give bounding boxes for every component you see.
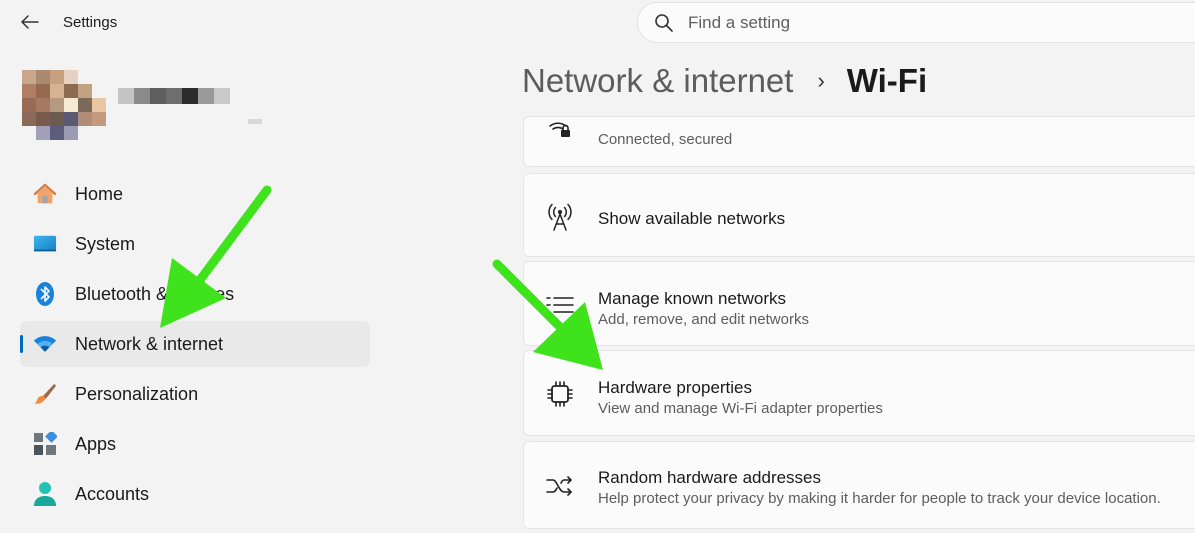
avatar bbox=[22, 70, 106, 140]
breadcrumb-separator: › bbox=[817, 68, 825, 93]
user-email-redacted bbox=[248, 119, 262, 124]
brush-icon bbox=[33, 382, 57, 406]
back-button[interactable] bbox=[18, 10, 42, 34]
sidebar-item-personalization[interactable]: Personalization bbox=[20, 371, 370, 417]
sidebar-item-label: Bluetooth & devices bbox=[75, 283, 235, 304]
title-bar: Settings bbox=[0, 0, 620, 46]
system-icon bbox=[33, 232, 57, 256]
sidebar-item-label: Home bbox=[75, 183, 124, 204]
chip-icon bbox=[546, 380, 574, 408]
sidebar-item-system[interactable]: System bbox=[20, 221, 370, 267]
sidebar-item-home[interactable]: Home bbox=[20, 171, 370, 217]
sidebar-item-network[interactable]: Network & internet bbox=[20, 321, 370, 367]
list-icon bbox=[546, 291, 574, 319]
search-icon bbox=[655, 14, 673, 32]
page-title: Wi-Fi bbox=[846, 62, 928, 99]
user-name-redacted bbox=[118, 88, 230, 104]
card-subtitle: Connected, secured bbox=[598, 131, 733, 148]
antenna-icon bbox=[546, 203, 574, 231]
sidebar-item-label: Personalization bbox=[75, 383, 199, 404]
home-icon bbox=[33, 182, 57, 206]
breadcrumb-parent[interactable]: Network & internet bbox=[522, 62, 793, 100]
back-arrow-icon bbox=[21, 15, 39, 29]
sidebar-item-label: Accounts bbox=[75, 483, 150, 504]
search-input[interactable] bbox=[688, 11, 1088, 35]
sidebar-nav: Home System Bluetooth & devices Network … bbox=[20, 171, 370, 521]
sidebar-item-label: Network & internet bbox=[75, 333, 224, 354]
card-subtitle: Help protect your privacy by making it h… bbox=[598, 490, 1161, 507]
apps-icon bbox=[33, 432, 57, 456]
sidebar-item-accounts[interactable]: Accounts bbox=[20, 471, 370, 517]
card-wifi-connection[interactable]: Connected, secured bbox=[523, 116, 1195, 167]
card-title: Manage known networks bbox=[598, 289, 787, 308]
shuffle-icon bbox=[546, 472, 574, 500]
search-box[interactable] bbox=[637, 2, 1195, 43]
card-title: Random hardware addresses bbox=[598, 468, 822, 487]
app-title: Settings bbox=[63, 14, 118, 31]
breadcrumb: Network & internet › Wi-Fi bbox=[522, 62, 927, 100]
card-manage-known-networks[interactable]: Manage known networks Add, remove, and e… bbox=[523, 261, 1195, 346]
sidebar-item-label: System bbox=[75, 233, 136, 254]
card-title: Hardware properties bbox=[598, 378, 753, 397]
accounts-icon bbox=[33, 482, 57, 506]
card-subtitle: Add, remove, and edit networks bbox=[598, 311, 809, 328]
wifi-icon bbox=[33, 332, 57, 356]
wifi-lock-icon bbox=[546, 115, 574, 143]
sidebar-item-bluetooth[interactable]: Bluetooth & devices bbox=[20, 271, 370, 317]
sidebar-item-label: Apps bbox=[75, 433, 117, 454]
card-show-available-networks[interactable]: Show available networks bbox=[523, 173, 1195, 257]
bluetooth-icon bbox=[33, 282, 57, 306]
card-title: Show available networks bbox=[598, 209, 786, 228]
card-hardware-properties[interactable]: Hardware properties View and manage Wi-F… bbox=[523, 350, 1195, 436]
card-subtitle: View and manage Wi-Fi adapter properties bbox=[598, 400, 883, 417]
selection-indicator bbox=[20, 335, 23, 353]
sidebar-item-apps[interactable]: Apps bbox=[20, 421, 370, 467]
card-random-hardware-addresses[interactable]: Random hardware addresses Help protect y… bbox=[523, 441, 1195, 529]
